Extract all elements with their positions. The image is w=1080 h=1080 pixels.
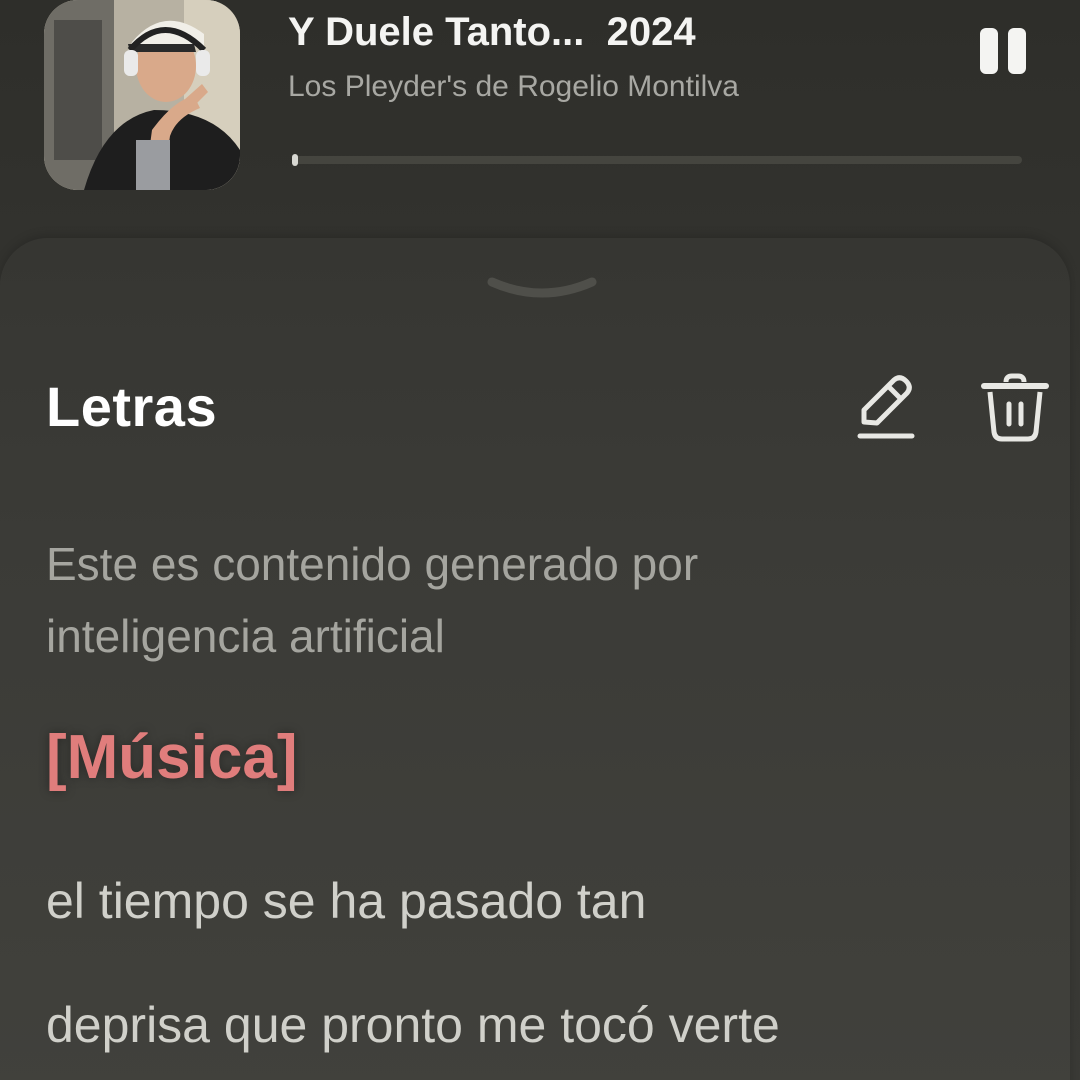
delete-lyrics-button[interactable]	[980, 372, 1050, 444]
progress-bar[interactable]	[292, 154, 1022, 166]
lyrics-section-tag: [Música]	[46, 723, 298, 792]
pause-icon	[1008, 28, 1026, 74]
screen: Y Duele Tanto... 2024 Los Pleyder's de R…	[0, 0, 1080, 1080]
song-title: Y Duele Tanto... 2024	[288, 10, 696, 54]
lyric-line[interactable]: el tiempo se ha pasado tan	[46, 872, 646, 930]
pencil-icon	[857, 375, 915, 439]
progress-fill	[292, 154, 298, 166]
song-artist: Los Pleyder's de Rogelio Montilva	[288, 70, 739, 103]
trash-icon	[981, 373, 1049, 442]
lyric-line[interactable]: deprisa que pronto me tocó verte	[46, 996, 780, 1054]
pause-button[interactable]	[976, 26, 1032, 76]
lyrics-title: Letras	[46, 375, 218, 438]
mini-player[interactable]: Y Duele Tanto... 2024 Los Pleyder's de R…	[0, 0, 1080, 230]
album-cover[interactable]	[44, 0, 240, 190]
ai-generated-notice: Este es contenido generado por inteligen…	[46, 538, 699, 662]
edit-lyrics-button[interactable]	[852, 372, 918, 442]
collapse-handle[interactable]	[486, 274, 598, 306]
chevron-down-icon	[487, 277, 597, 298]
pause-icon	[980, 28, 998, 74]
album-cover-image	[44, 0, 240, 190]
lyrics-sheet: Letras Este es contenido generado por in…	[0, 238, 1070, 1080]
